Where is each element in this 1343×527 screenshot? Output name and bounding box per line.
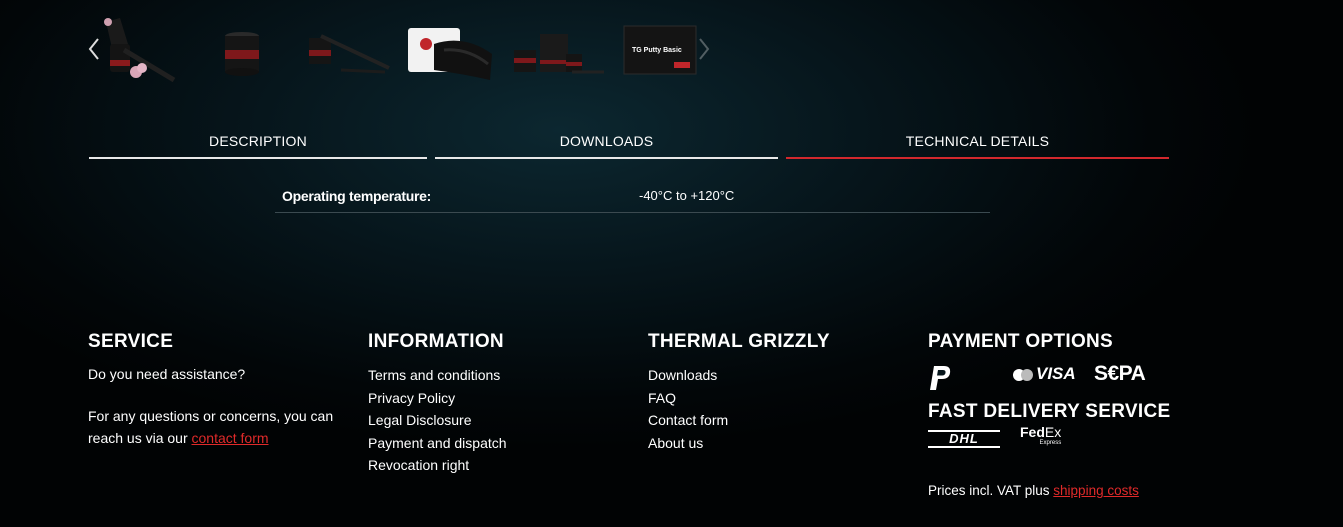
footer-service: SERVICE Do you need assistance? For any … (88, 332, 348, 449)
prices-note: Prices incl. VAT plus shipping costs (928, 483, 1139, 498)
service-question: Do you need assistance? (88, 366, 246, 382)
gallery-next-button[interactable] (694, 36, 712, 62)
downloads-link[interactable]: Downloads (648, 364, 888, 387)
visa-icon: VISA (1036, 364, 1076, 383)
contact-link[interactable]: Contact form (648, 409, 888, 432)
fedex-icon: FedEx Express (1020, 424, 1062, 446)
shipping-costs-link[interactable]: shipping costs (1053, 483, 1139, 498)
mastercard-icon (1012, 368, 1034, 387)
payment-dispatch-link[interactable]: Payment and dispatch (368, 432, 608, 455)
revocation-link[interactable]: Revocation right (368, 454, 608, 477)
information-title: INFORMATION (368, 331, 504, 352)
paypal-icon (928, 364, 954, 397)
footer-thermal-grizzly: THERMAL GRIZZLY Downloads FAQ Contact fo… (648, 332, 888, 454)
tab-description[interactable]: DESCRIPTION (89, 131, 427, 159)
spec-label: Operating temperature: (282, 188, 431, 204)
product-thumb-box[interactable]: TG Putty Basic (620, 14, 700, 82)
contact-form-link[interactable]: contact form (192, 430, 269, 446)
svg-text:TG Putty Basic: TG Putty Basic (632, 47, 682, 54)
footer-delivery: FAST DELIVERY SERVICE (928, 402, 1228, 422)
product-gallery: TG Putty Basic (86, 12, 726, 84)
tab-downloads[interactable]: DOWNLOADS (435, 131, 778, 159)
tab-technical-details-label: TECHNICAL DETAILS (905, 133, 1050, 149)
service-title: SERVICE (88, 331, 174, 352)
privacy-link[interactable]: Privacy Policy (368, 387, 608, 410)
spec-row: Operating temperature: -40°C to +120°C (275, 186, 990, 213)
tab-downloads-label: DOWNLOADS (559, 133, 654, 149)
about-link[interactable]: About us (648, 432, 888, 455)
tab-description-label: DESCRIPTION (209, 133, 307, 149)
chevron-right-icon (699, 38, 710, 60)
product-thumb-spatula[interactable] (301, 14, 391, 82)
legal-disclosure-link[interactable]: Legal Disclosure (368, 409, 608, 432)
payment-icons: VISA S€PA (928, 362, 1168, 392)
product-thumb-gloves[interactable] (404, 14, 496, 82)
terms-link[interactable]: Terms and conditions (368, 364, 608, 387)
product-thumb-tub[interactable] (220, 14, 268, 82)
footer-payment: PAYMENT OPTIONS (928, 332, 1228, 352)
service-text: For any questions or concerns, you can r… (88, 408, 334, 446)
tab-technical-details[interactable]: TECHNICAL DETAILS (786, 131, 1169, 159)
delivery-title: FAST DELIVERY SERVICE (928, 401, 1171, 422)
spec-value: -40°C to +120°C (639, 188, 735, 203)
product-thumb-applicator[interactable] (90, 14, 176, 82)
thermal-grizzly-title: THERMAL GRIZZLY (648, 331, 830, 352)
payment-title: PAYMENT OPTIONS (928, 331, 1114, 352)
dhl-icon: DHL (928, 430, 1000, 448)
faq-link[interactable]: FAQ (648, 387, 888, 410)
shipping-icons: DHL FedEx Express (928, 424, 1088, 450)
sepa-icon: S€PA (1094, 362, 1146, 385)
footer-information: INFORMATION Terms and conditions Privacy… (368, 332, 608, 477)
product-thumb-kit[interactable] (510, 14, 606, 82)
